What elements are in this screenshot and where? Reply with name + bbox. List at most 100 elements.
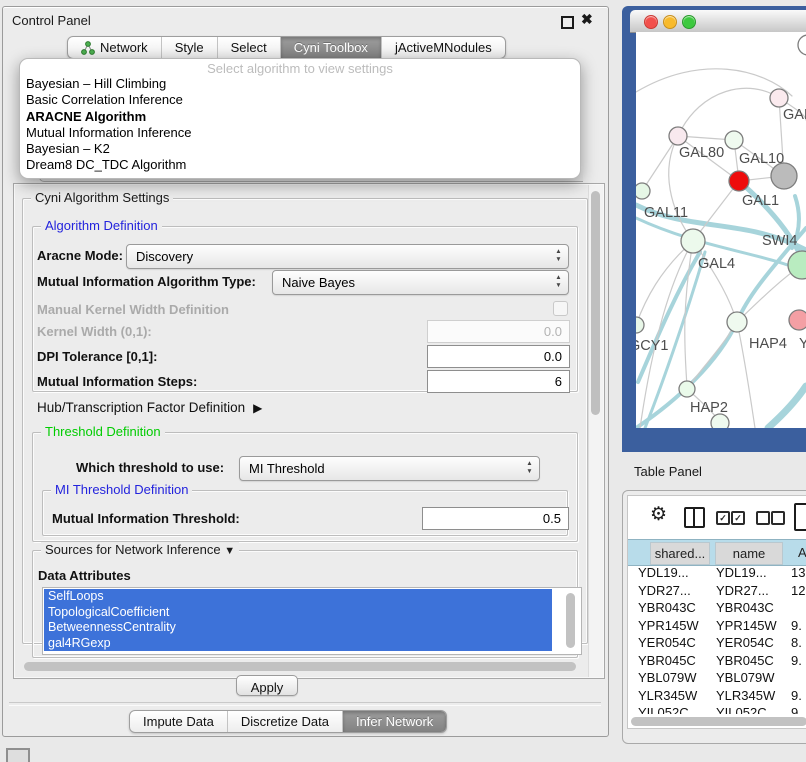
mi-steps-field[interactable]: 6	[427, 370, 570, 393]
network-node-y[interactable]	[789, 310, 806, 330]
table-cell: YPR145W	[638, 618, 699, 633]
algorithm-option[interactable]: Dream8 DC_TDC Algorithm	[20, 157, 580, 173]
table-cell: 9	[791, 705, 798, 714]
minimized-panel-icon[interactable]	[6, 748, 30, 762]
tab-discretize-data[interactable]: Discretize Data	[227, 711, 342, 732]
settings-vscrollbar-thumb[interactable]	[591, 191, 600, 415]
tab-style[interactable]: Style	[161, 37, 217, 58]
network-node[interactable]	[798, 35, 806, 55]
cyni-toolbox-bottom-tabs: Impute Data Discretize Data Infer Network	[129, 710, 447, 733]
tab-label: jActiveMNodules	[395, 37, 492, 58]
deselect-all-checkbox-icon[interactable]	[756, 511, 770, 525]
tab-select[interactable]: Select	[217, 37, 280, 58]
table-cell: 9.	[791, 653, 802, 668]
list-scrollbar-thumb[interactable]	[566, 593, 575, 648]
panel-divider	[9, 702, 601, 706]
data-attributes-list[interactable]: SelfLoopsTopologicalCoefficientBetweenne…	[42, 587, 582, 655]
algorithm-option[interactable]: Mutual Information Inference	[20, 125, 580, 141]
float-panel-icon[interactable]	[561, 16, 574, 29]
collapsed-arrow-icon: ▶	[253, 401, 262, 415]
mi-threshold-field[interactable]: 0.5	[422, 507, 569, 530]
network-canvas[interactable]: GALGAL80GAL10GAL1GAL11GAL4SWI4GCY1HAP4YH…	[636, 32, 806, 428]
aracne-mode-label: Aracne Mode:	[37, 248, 123, 263]
hub-definition-toggle[interactable]: Hub/Transcription Factor Definition▶	[37, 400, 262, 415]
algorithm-option-list: Bayesian – Hill ClimbingBasic Correlatio…	[20, 76, 580, 174]
select-all-checkbox-icon[interactable]: ✓	[731, 511, 745, 525]
minimize-window-icon[interactable]	[663, 15, 677, 29]
network-edge	[768, 386, 806, 428]
tab-cyni-toolbox[interactable]: Cyni Toolbox	[280, 37, 381, 58]
table-header-row: shared... name A	[628, 539, 806, 566]
tab-jactivemnodules[interactable]: jActiveMNodules	[381, 37, 505, 58]
network-node-gal4[interactable]	[681, 229, 705, 253]
network-node-gal10[interactable]	[725, 131, 743, 149]
which-threshold-value: MI Threshold	[249, 461, 325, 476]
column-header-clipped[interactable]: A	[798, 542, 806, 563]
network-node-gal11[interactable]	[636, 183, 650, 199]
panel-title: Control Panel	[12, 13, 91, 28]
algorithm-option[interactable]: ARACNE Algorithm	[20, 109, 580, 125]
network-node[interactable]	[711, 414, 729, 428]
which-threshold-select[interactable]: MI Threshold ▲▼	[239, 456, 540, 481]
table-cell: YDR27...	[638, 583, 691, 598]
tab-label: Impute Data	[143, 711, 214, 732]
tab-infer-network[interactable]: Infer Network	[342, 711, 446, 732]
table-row[interactable]: YIL052CYIL052C9	[628, 705, 806, 714]
algorithm-dropdown: Select algorithm to view settings Bayesi…	[19, 58, 581, 179]
column-header-name[interactable]: name	[715, 542, 783, 565]
select-all-checkbox-icon[interactable]: ✓	[716, 511, 730, 525]
table-row[interactable]: YBR045CYBR045C9.	[628, 653, 806, 671]
attribute-item[interactable]: TopologicalCoefficient	[44, 605, 552, 621]
table-cell: YBR045C	[638, 653, 696, 668]
kernel-width-field[interactable]: 0.0	[427, 320, 570, 343]
attribute-item[interactable]: gal4RGexp	[44, 636, 552, 652]
settings-vscrollbar[interactable]	[588, 185, 603, 677]
network-node-hap4[interactable]	[727, 312, 747, 332]
table-hscrollbar-thumb[interactable]	[631, 717, 806, 726]
table-row[interactable]: YPR145WYPR145W9.	[628, 618, 806, 636]
table-cell: YDR27...	[716, 583, 769, 598]
algorithm-option[interactable]: Bayesian – K2	[20, 141, 580, 157]
table-cell: YLR345W	[638, 688, 697, 703]
attribute-item[interactable]: BetweennessCentrality	[44, 620, 552, 636]
column-layout-icon[interactable]	[684, 507, 705, 528]
table-row[interactable]: YBR043CYBR043C	[628, 600, 806, 618]
close-panel-icon[interactable]: ✖	[581, 11, 593, 28]
attribute-item[interactable]: SelfLoops	[44, 589, 552, 605]
close-window-icon[interactable]	[644, 15, 658, 29]
settings-hscrollbar-thumb[interactable]	[24, 662, 576, 671]
table-cell: YBR043C	[638, 600, 696, 615]
column-header-shared-name[interactable]: shared...	[650, 542, 710, 565]
table-row[interactable]: YDR27...YDR27...12	[628, 583, 806, 601]
aracne-mode-select[interactable]: Discovery ▲▼	[126, 244, 569, 269]
zoom-window-icon[interactable]	[682, 15, 696, 29]
network-node-swi4[interactable]	[788, 251, 806, 279]
tab-label: Infer Network	[356, 711, 433, 732]
table-row[interactable]: YER054CYER054C8.	[628, 635, 806, 653]
algorithm-option[interactable]: Bayesian – Hill Climbing	[20, 76, 580, 92]
apply-button[interactable]: Apply	[236, 675, 298, 696]
network-window-titlebar[interactable]	[630, 10, 806, 33]
mi-algorithm-type-select[interactable]: Naive Bayes ▲▼	[272, 270, 569, 295]
tab-network[interactable]: Network	[68, 37, 161, 58]
algorithm-option[interactable]: Basic Correlation Inference	[20, 92, 580, 108]
network-node-gal80[interactable]	[669, 127, 687, 145]
table-row[interactable]: YLR345WYLR345W9.	[628, 688, 806, 706]
export-table-icon[interactable]	[794, 503, 806, 531]
expanded-arrow-icon[interactable]: ▼	[224, 545, 235, 557]
table-panel-inner: ⚙ ✓ ✓ shared... name A YDL19...YDL19...1…	[627, 495, 806, 729]
table-row[interactable]: YDL19...YDL19...13	[628, 565, 806, 583]
table-row[interactable]: YBL079WYBL079W	[628, 670, 806, 688]
table-settings-gear-icon[interactable]: ⚙	[650, 504, 667, 526]
network-node-gcy1[interactable]	[636, 317, 644, 333]
manual-kernel-checkbox[interactable]	[553, 301, 568, 316]
tab-impute-data[interactable]: Impute Data	[130, 711, 227, 732]
network-node-gal1[interactable]	[729, 171, 749, 191]
table-cell: YBL079W	[716, 670, 775, 685]
network-node-hap2[interactable]	[679, 381, 695, 397]
table-cell: YDL19...	[716, 565, 767, 580]
dpi-tolerance-field[interactable]: 0.0	[427, 345, 570, 368]
network-node[interactable]	[771, 163, 797, 189]
network-node-gal[interactable]	[770, 89, 788, 107]
deselect-all-checkbox-icon[interactable]	[771, 511, 785, 525]
